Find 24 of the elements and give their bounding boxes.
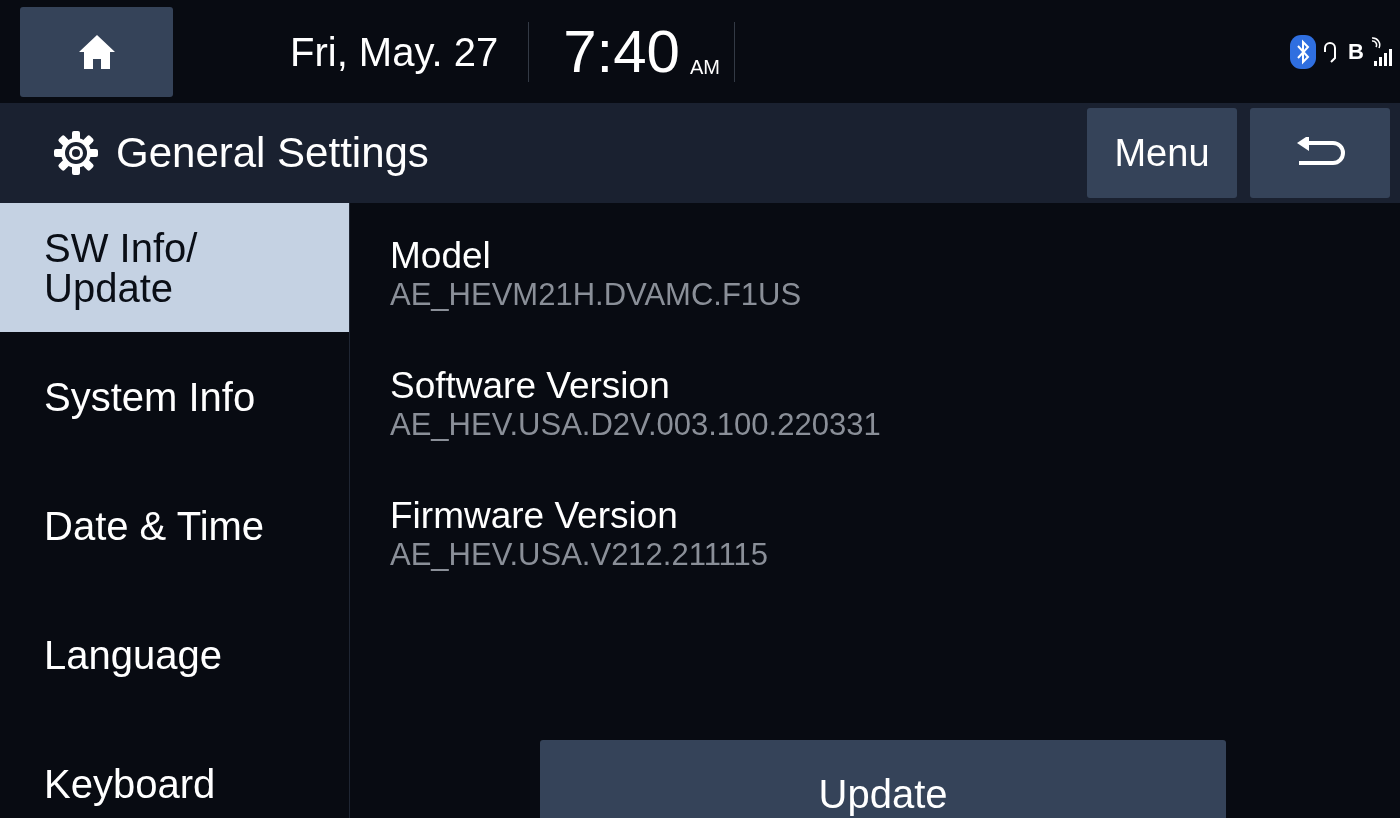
info-value: AE_HEV.USA.D2V.003.100.220331 (390, 407, 881, 443)
sidebar-item[interactable]: Language (0, 590, 349, 719)
sidebar-item[interactable]: SW Info/ Update (0, 203, 349, 332)
menu-button[interactable]: Menu (1087, 108, 1237, 198)
time-text: 7:40 (563, 21, 680, 82)
date-text: Fri, May. 27 (290, 31, 499, 72)
back-button[interactable] (1250, 108, 1390, 198)
info-label: Software Version (390, 365, 670, 407)
info-value: AE_HEV.USA.V212.211115 (390, 537, 768, 573)
sidebar-item[interactable]: Keyboard (0, 719, 349, 818)
sidebar-item[interactable]: Date & Time (0, 461, 349, 590)
update-button[interactable]: Update (540, 740, 1226, 818)
info-label: Firmware Version (390, 495, 678, 537)
info-label: Model (390, 235, 491, 277)
page-title: General Settings (116, 132, 429, 174)
headset-icon (1322, 39, 1339, 64)
bluetooth-audio-label: B (1348, 40, 1364, 63)
sidebar-item[interactable]: System Info (0, 332, 349, 461)
home-button[interactable] (20, 6, 173, 97)
signal-strength-icon (1370, 36, 1394, 67)
info-value: AE_HEVM21H.DVAMC.F1US (390, 277, 802, 313)
settings-icon (52, 129, 100, 177)
meridiem-text: AM (689, 57, 720, 77)
bluetooth-icon (1290, 34, 1317, 69)
